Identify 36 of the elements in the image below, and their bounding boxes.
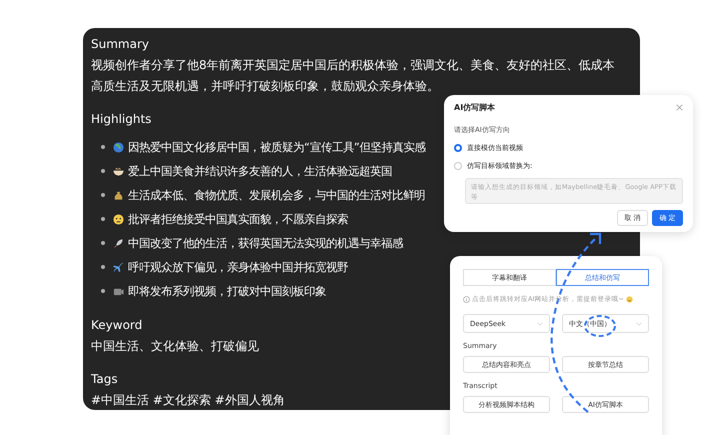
bullet-icon [101,265,105,269]
keyword-text: 中国生活、文化体验、打破偏见 [91,338,260,355]
bullet-icon [101,145,105,149]
highlight-text: 批评者拒绝接受中国真实面貌，不愿亲自探索 [128,212,348,226]
chevron-icon [537,322,543,326]
section-heading: Summary [91,37,149,52]
highlight-text: 因热爱中国文化移居中国，被质疑为“宣传工具”但坚持真实感 [128,140,426,154]
thinking-icon [113,214,124,224]
bullet-icon [101,193,105,197]
close-icon[interactable] [676,104,683,111]
bullet-icon [101,241,105,245]
moneybag-icon [113,190,124,200]
section-heading: Keyword [91,318,142,333]
smiley-icon [626,296,633,303]
plane-icon [113,262,124,272]
highlight-text: 生活成本低、食物优质、发展机会多，与中国的生活对比鲜明 [128,188,425,202]
section-heading: Tags [91,372,118,387]
radio-button[interactable] [454,162,462,170]
radio-button[interactable] [454,144,462,152]
section-heading: Highlights [91,112,152,127]
highlight-text: 呼吁观众放下偏见，亲身体验中国并拓宽视野 [128,260,348,274]
bowl-icon [113,166,124,176]
bullet-icon [101,217,105,221]
highlight-circle [584,315,616,337]
bullet-icon [101,289,105,293]
chevron-icon [636,322,642,326]
dialog-title: AI仿写脚本 [454,102,496,113]
highlight-text: 即将发布系列视频，打破对中国刻板印象 [128,284,326,298]
highlight-text: 爱上中国美食并结识许多友善的人，生活体验远超英国 [128,164,392,178]
highlight-text: 中国改变了他的生活，获得英国无法实现的机遇与幸福感 [128,236,403,250]
rocket-icon [113,238,124,248]
globe-icon [113,142,124,152]
bullet-icon [101,169,105,173]
tags-text: #中国生活 #文化探索 #外国人视角 [91,392,286,409]
info-icon [463,296,470,303]
summary-text: 视频创作者分享了他8年前离开英国定居中国后的积极体验，强调文化、美食、友好的社区、低成本高质生活及无限机遇，并呼吁打破刻板印象，鼓励观众亲身体验。 [91,57,616,95]
